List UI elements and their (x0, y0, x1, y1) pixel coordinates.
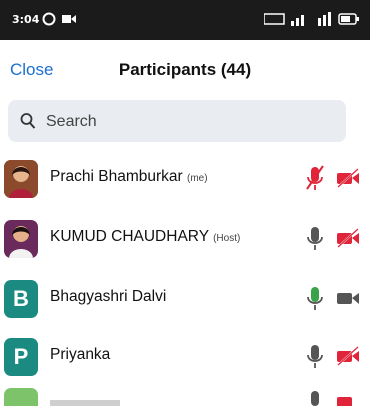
participant-name-text: Prachi Bhamburkar (50, 168, 183, 185)
video-off-icon[interactable] (336, 228, 360, 248)
participant-name: Priyanka (50, 346, 110, 364)
search-input[interactable] (44, 108, 338, 136)
participant-tag: (Host) (213, 233, 241, 244)
participant-tag: (me) (186, 173, 208, 184)
status-bar: 3:04 (0, 0, 370, 40)
signal-icon (291, 15, 304, 26)
participant-name: KUMUD CHAUDHARY (Host) (50, 228, 240, 246)
participant-name-cropped (50, 400, 120, 406)
participant-row[interactable] (0, 386, 370, 406)
avatar (4, 220, 38, 258)
volte-icon (264, 13, 285, 25)
signal-4g-icon (318, 12, 331, 26)
participant-name: Bhagyashri Dalvi (50, 288, 166, 306)
mic-icon[interactable] (306, 225, 324, 251)
video-off-icon[interactable] (336, 392, 360, 406)
participant-name-text: Priyanka (50, 346, 111, 363)
avatar (4, 388, 38, 406)
mic-speaking-icon[interactable] (306, 285, 324, 311)
mic-icon[interactable] (306, 389, 324, 406)
status-time: 3:04 (12, 13, 40, 26)
whatsapp-icon (42, 12, 56, 26)
page-title: Participants (44) (118, 60, 252, 79)
mic-muted-icon[interactable] (306, 165, 324, 191)
participants-header: Close Participants (44) (0, 40, 370, 98)
participant-name-text: Bhagyashri Dalvi (50, 288, 167, 305)
participant-row[interactable]: P Priyanka (0, 326, 370, 386)
battery-icon (338, 13, 359, 25)
search-bar[interactable] (8, 100, 346, 142)
video-off-icon[interactable] (336, 168, 360, 188)
video-off-icon[interactable] (336, 346, 360, 366)
participant-row[interactable]: B Bhagyashri Dalvi (0, 268, 370, 328)
participant-row[interactable]: KUMUD CHAUDHARY (Host) (0, 208, 370, 268)
video-on-icon[interactable] (336, 288, 360, 308)
search-icon (20, 113, 36, 129)
avatar: P (4, 338, 38, 376)
avatar (4, 160, 38, 198)
video-status-icon (62, 15, 76, 23)
participant-name-text: KUMUD CHAUDHARY (50, 228, 209, 245)
participant-row[interactable]: Prachi Bhamburkar (me) (0, 148, 370, 208)
mic-icon[interactable] (306, 343, 324, 369)
avatar: B (4, 280, 38, 318)
participant-name: Prachi Bhamburkar (me) (50, 168, 208, 186)
